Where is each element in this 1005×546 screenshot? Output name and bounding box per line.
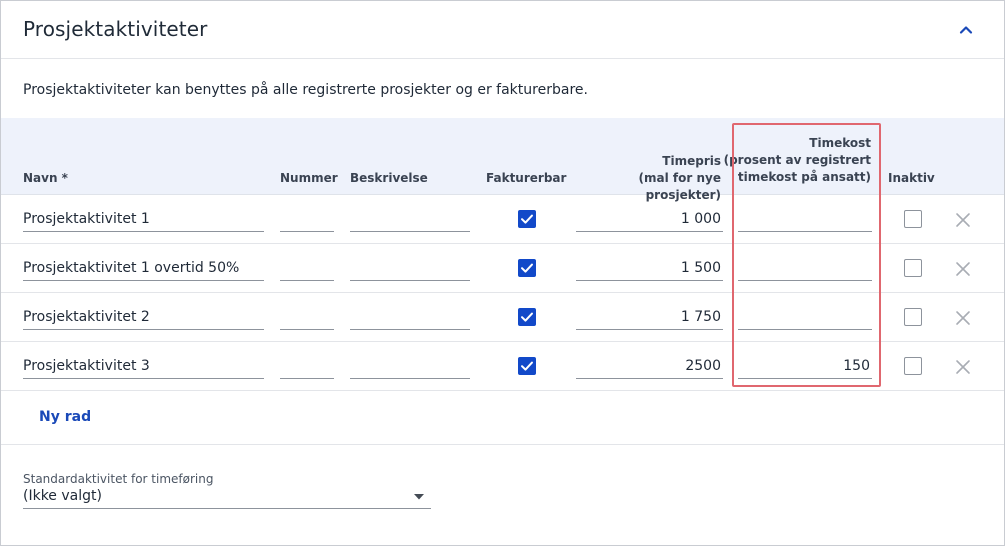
table-header: Navn * Nummer Beskrivelse Fakturerbar Ti… xyxy=(1,118,1004,202)
header-number: Nummer xyxy=(280,171,338,185)
check-icon xyxy=(521,263,533,273)
header-hourly-cost-line1: Timekost xyxy=(809,136,871,150)
activity-number-input[interactable] xyxy=(280,255,334,281)
inactive-checkbox[interactable] xyxy=(904,308,922,326)
hourly-rate-input[interactable]: 1 750 xyxy=(576,304,723,330)
project-activities-panel: Prosjektaktiviteter Prosjektaktiviteter … xyxy=(0,0,1005,546)
header-description: Beskrivelse xyxy=(350,171,428,185)
hourly-rate-input[interactable]: 1 000 xyxy=(576,206,723,232)
activity-description-input[interactable] xyxy=(350,255,470,281)
hourly-cost-input[interactable] xyxy=(738,206,872,232)
check-icon xyxy=(521,214,533,224)
activity-description-input[interactable] xyxy=(350,304,470,330)
close-icon xyxy=(956,262,970,276)
header-hourly-rate-line1: Timepris xyxy=(662,154,721,168)
activity-description-input[interactable] xyxy=(350,206,470,232)
activity-number-input[interactable] xyxy=(280,353,334,379)
inactive-checkbox[interactable] xyxy=(904,210,922,228)
activity-name-input[interactable]: Prosjektaktivitet 3 xyxy=(23,353,264,379)
header-inactive: Inaktiv xyxy=(888,171,935,185)
hourly-cost-input[interactable] xyxy=(738,255,872,281)
activity-description-input[interactable] xyxy=(350,353,470,379)
default-activity-label: Standardaktivitet for timeføring xyxy=(23,472,214,486)
billable-checkbox[interactable] xyxy=(518,308,536,326)
header-hourly-cost-line2: (prosent av registrert xyxy=(723,153,871,167)
delete-row-button[interactable] xyxy=(954,358,972,376)
billable-checkbox[interactable] xyxy=(518,259,536,277)
close-icon xyxy=(956,311,970,325)
caret-down-icon xyxy=(413,493,425,501)
default-activity-select[interactable]: (Ikke valgt) xyxy=(23,487,431,509)
header-name: Navn * xyxy=(23,171,68,185)
hourly-cost-input[interactable]: 150 xyxy=(738,353,872,379)
default-activity-value: (Ikke valgt) xyxy=(23,488,102,504)
chevron-up-icon xyxy=(959,26,973,34)
hourly-rate-input[interactable]: 2500 xyxy=(576,353,723,379)
delete-row-button[interactable] xyxy=(954,309,972,327)
table-row: Prosjektaktivitet 3 2500 150 xyxy=(1,342,1004,391)
hourly-cost-input[interactable] xyxy=(738,304,872,330)
hourly-rate-input[interactable]: 1 500 xyxy=(576,255,723,281)
section-divider xyxy=(1,444,1004,445)
inactive-checkbox[interactable] xyxy=(904,357,922,375)
new-row-button[interactable]: Ny rad xyxy=(39,409,91,425)
panel-header: Prosjektaktiviteter xyxy=(1,1,1004,59)
panel-title: Prosjektaktiviteter xyxy=(23,17,208,41)
activity-number-input[interactable] xyxy=(280,304,334,330)
delete-row-button[interactable] xyxy=(954,260,972,278)
billable-checkbox[interactable] xyxy=(518,210,536,228)
header-billable: Fakturerbar xyxy=(486,171,567,185)
inactive-checkbox[interactable] xyxy=(904,259,922,277)
close-icon xyxy=(956,213,970,227)
collapse-button[interactable] xyxy=(953,17,979,43)
table-row: Prosjektaktivitet 1 overtid 50% 1 500 xyxy=(1,244,1004,293)
header-hourly-cost: Timekost (prosent av registrert timekost… xyxy=(721,135,871,186)
activity-name-input[interactable]: Prosjektaktivitet 1 xyxy=(23,206,264,232)
activity-name-input[interactable]: Prosjektaktivitet 2 xyxy=(23,304,264,330)
table-row: Prosjektaktivitet 2 1 750 xyxy=(1,293,1004,342)
close-icon xyxy=(956,360,970,374)
table-row: Prosjektaktivitet 1 1 000 xyxy=(1,195,1004,244)
panel-description: Prosjektaktiviteter kan benyttes på alle… xyxy=(23,82,588,98)
delete-row-button[interactable] xyxy=(954,211,972,229)
check-icon xyxy=(521,312,533,322)
activity-number-input[interactable] xyxy=(280,206,334,232)
check-icon xyxy=(521,361,533,371)
activity-name-input[interactable]: Prosjektaktivitet 1 overtid 50% xyxy=(23,255,264,281)
header-hourly-cost-line3: timekost på ansatt) xyxy=(737,170,871,184)
billable-checkbox[interactable] xyxy=(518,357,536,375)
